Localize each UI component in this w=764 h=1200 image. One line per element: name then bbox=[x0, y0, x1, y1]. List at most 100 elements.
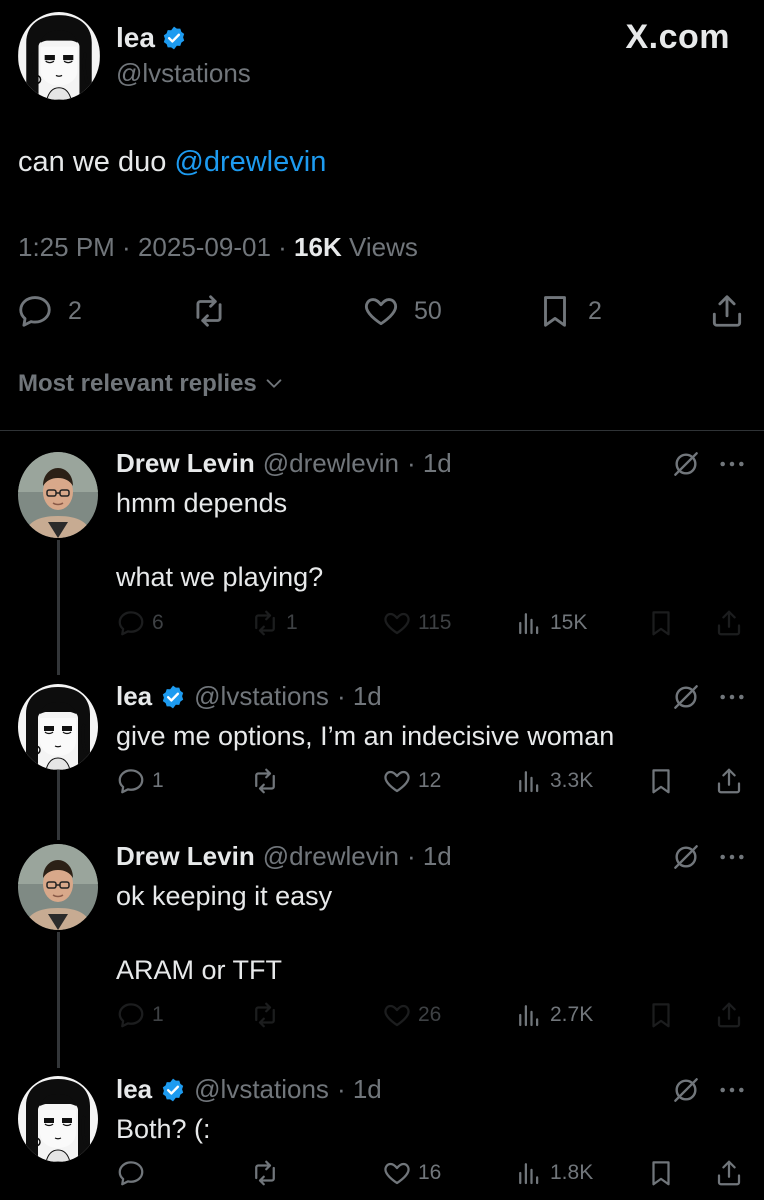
reply-button[interactable]: 2 bbox=[16, 292, 82, 330]
reply-header: Drew Levin @drewlevin · 1d bbox=[116, 841, 452, 872]
like-count: 12 bbox=[418, 769, 442, 792]
reply-author-name[interactable]: lea bbox=[116, 1074, 152, 1105]
bookmark-button[interactable] bbox=[646, 608, 676, 638]
author-name[interactable]: lea bbox=[116, 22, 155, 54]
divider bbox=[0, 430, 764, 431]
verified-icon bbox=[161, 25, 187, 51]
reply-avatar[interactable] bbox=[18, 684, 98, 770]
more-icon[interactable] bbox=[716, 841, 748, 873]
share-icon bbox=[708, 292, 746, 330]
like-button[interactable]: 12 bbox=[382, 766, 441, 796]
views-button[interactable]: 3.3K bbox=[514, 766, 593, 796]
reply-author-handle[interactable]: @lvstations bbox=[194, 1074, 329, 1105]
chevron-down-icon bbox=[266, 379, 282, 388]
reply-sort-dropdown[interactable]: Most relevant replies bbox=[18, 370, 285, 398]
repost-button[interactable] bbox=[190, 292, 228, 330]
post-time[interactable]: 1:25 PM bbox=[18, 232, 115, 262]
reply-count: 1 bbox=[152, 769, 164, 792]
author-avatar[interactable] bbox=[18, 12, 100, 100]
reply-icon bbox=[116, 1000, 146, 1030]
verified-icon bbox=[160, 684, 186, 710]
reply-author-handle[interactable]: @drewlevin bbox=[263, 448, 399, 479]
reply-author-name[interactable]: lea bbox=[116, 681, 152, 712]
like-icon bbox=[362, 292, 400, 330]
bookmark-icon bbox=[646, 1158, 676, 1188]
reply-text: give me options, I’m an indecisive woman bbox=[116, 721, 615, 751]
share-icon bbox=[714, 766, 744, 796]
reply-count: 6 bbox=[152, 611, 164, 634]
mention-link[interactable]: @drewlevin bbox=[174, 146, 326, 178]
reply-button[interactable]: 1 bbox=[116, 766, 164, 796]
share-button[interactable] bbox=[714, 1000, 744, 1030]
reply-text: ARAM or TFT bbox=[116, 955, 283, 985]
share-button[interactable] bbox=[714, 766, 744, 796]
post-meta: 1:25 PM · 2025-09-01 · 16K Views bbox=[18, 232, 418, 263]
grok-icon[interactable] bbox=[670, 681, 702, 713]
reply-author-handle[interactable]: @drewlevin bbox=[263, 841, 399, 872]
share-icon bbox=[714, 608, 744, 638]
reply-icon bbox=[116, 766, 146, 796]
bookmark-button[interactable] bbox=[646, 1158, 676, 1188]
like-button[interactable]: 50 bbox=[362, 292, 442, 330]
post-date[interactable]: 2025-09-01 bbox=[138, 232, 271, 262]
reply-time[interactable]: · 1d bbox=[407, 448, 452, 479]
meta-separator: · bbox=[270, 232, 295, 262]
reply-avatar[interactable] bbox=[18, 1076, 98, 1162]
reply-time[interactable]: · 1d bbox=[337, 681, 382, 712]
bookmark-count: 2 bbox=[588, 296, 602, 325]
more-icon[interactable] bbox=[716, 681, 748, 713]
like-button[interactable]: 16 bbox=[382, 1158, 441, 1188]
reply-icon bbox=[16, 292, 54, 330]
repost-count: 1 bbox=[286, 611, 298, 634]
bookmark-icon bbox=[646, 766, 676, 796]
views-count: 15K bbox=[550, 611, 588, 634]
reply-text: Both? (: bbox=[116, 1114, 211, 1144]
like-button[interactable]: 115 bbox=[382, 608, 451, 638]
views-label: Views bbox=[341, 232, 418, 262]
bookmark-button[interactable] bbox=[646, 1000, 676, 1030]
views-count: 16K bbox=[294, 232, 342, 262]
reply-header: Drew Levin @drewlevin · 1d bbox=[116, 448, 452, 479]
grok-icon[interactable] bbox=[670, 1074, 702, 1106]
post-text-body: can we duo bbox=[18, 146, 175, 178]
repost-button[interactable] bbox=[250, 1000, 280, 1030]
reply-button[interactable]: 1 bbox=[116, 1000, 164, 1030]
reply-icon bbox=[116, 608, 146, 638]
like-button[interactable]: 26 bbox=[382, 1000, 441, 1030]
repost-button[interactable] bbox=[250, 1158, 280, 1188]
author-name-row[interactable]: lea bbox=[116, 22, 187, 54]
more-icon[interactable] bbox=[716, 1074, 748, 1106]
bookmark-button[interactable] bbox=[646, 766, 676, 796]
reply-button[interactable] bbox=[116, 1158, 146, 1188]
share-button[interactable] bbox=[708, 292, 746, 330]
bookmark-icon bbox=[646, 608, 676, 638]
grok-icon[interactable] bbox=[670, 841, 702, 873]
bookmark-button[interactable]: 2 bbox=[536, 292, 602, 330]
reply-time[interactable]: · 1d bbox=[337, 1074, 382, 1105]
share-button[interactable] bbox=[714, 1158, 744, 1188]
repost-button[interactable]: 1 bbox=[250, 608, 298, 638]
repost-icon bbox=[250, 608, 280, 638]
reply-author-name[interactable]: Drew Levin bbox=[116, 841, 255, 872]
views-button[interactable]: 1.8K bbox=[514, 1158, 593, 1188]
share-button[interactable] bbox=[714, 608, 744, 638]
reply-author-handle[interactable]: @lvstations bbox=[194, 681, 329, 712]
like-icon bbox=[382, 766, 412, 796]
author-handle[interactable]: @lvstations bbox=[116, 58, 251, 89]
bookmark-icon bbox=[536, 292, 574, 330]
reply-actions: 1 12 3.3K bbox=[0, 766, 764, 800]
reply-button[interactable]: 6 bbox=[116, 608, 164, 638]
reply-author-name[interactable]: Drew Levin bbox=[116, 448, 255, 479]
views-button[interactable]: 2.7K bbox=[514, 1000, 593, 1030]
reply-avatar[interactable] bbox=[18, 844, 98, 930]
post-text: can we duo @drewlevin bbox=[18, 146, 326, 179]
reply-header: lea @lvstations · 1d bbox=[116, 681, 382, 712]
verified-icon bbox=[160, 1077, 186, 1103]
grok-icon[interactable] bbox=[670, 448, 702, 480]
more-icon[interactable] bbox=[716, 448, 748, 480]
reply-avatar[interactable] bbox=[18, 452, 98, 538]
reply-text: ok keeping it easy bbox=[116, 881, 333, 911]
views-button[interactable]: 15K bbox=[514, 608, 587, 638]
repost-button[interactable] bbox=[250, 766, 280, 796]
reply-time[interactable]: · 1d bbox=[407, 841, 452, 872]
